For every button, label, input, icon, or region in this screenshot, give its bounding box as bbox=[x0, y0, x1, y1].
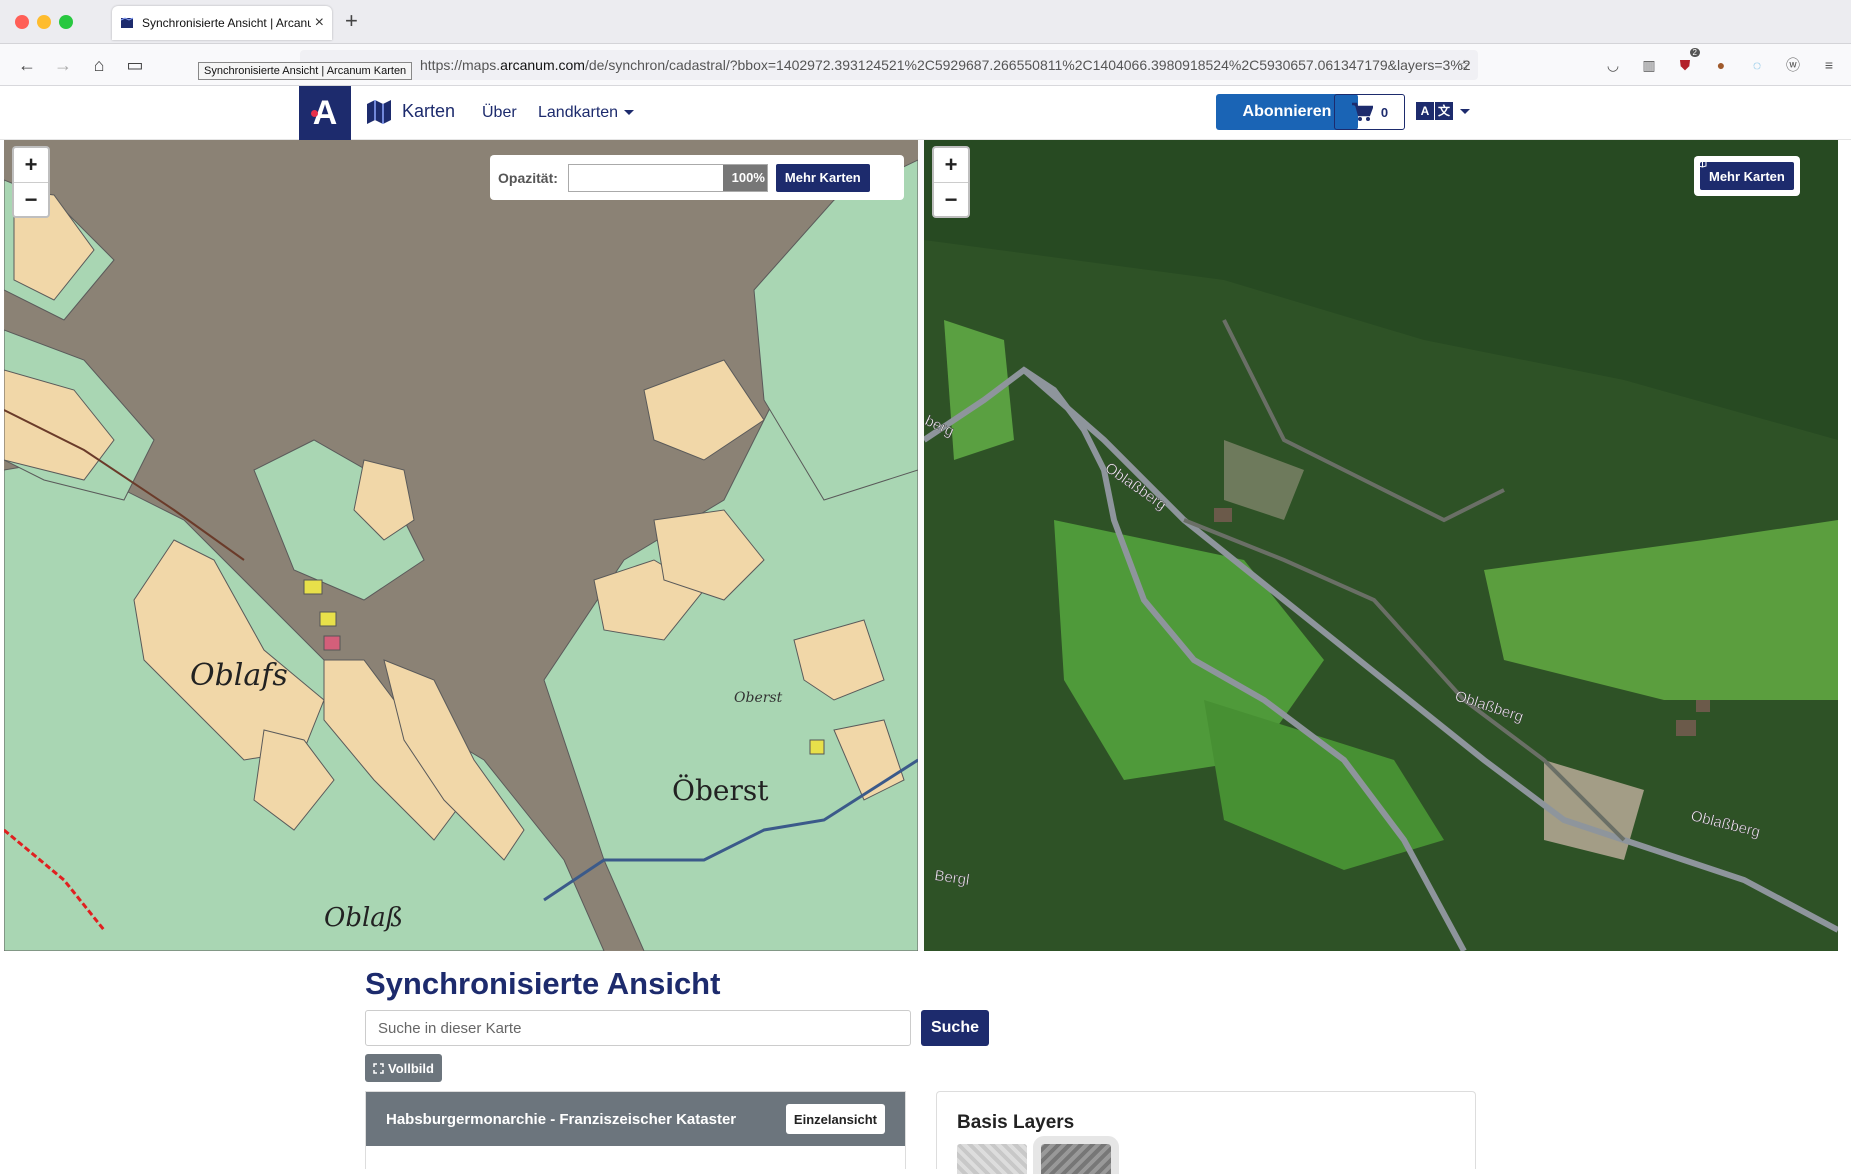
cadastral-map-canvas: Oblafs Öberst Oblaß Oberst bbox=[4, 159, 918, 951]
tab-title: Synchronisierte Ansicht | Arcanum Karten bbox=[142, 16, 311, 30]
map-favicon-icon bbox=[120, 17, 134, 28]
base-layer-map-thumbnail[interactable] bbox=[957, 1144, 1027, 1174]
cadastral-map[interactable]: Oblafs Öberst Oblaß Oberst + − Opazität:… bbox=[4, 140, 918, 951]
ublock-extension-icon[interactable]: ⛊ 2 bbox=[1674, 48, 1700, 76]
zoom-in-button[interactable]: + bbox=[14, 148, 48, 182]
pocket-icon[interactable]: ◡ bbox=[1602, 54, 1624, 76]
fullscreen-label: Vollbild bbox=[388, 1060, 434, 1076]
url-domain: arcanum.com bbox=[500, 57, 585, 73]
opacity-control: Opazität: 100% Mehr Karten bbox=[490, 155, 904, 200]
map-layer-panel: Habsburgermonarchie - Franziszeischer Ka… bbox=[365, 1091, 906, 1169]
extension-badge: 2 bbox=[1689, 48, 1700, 57]
forward-arrow-icon[interactable]: → bbox=[50, 52, 76, 78]
back-arrow-icon[interactable]: ← bbox=[14, 52, 40, 78]
map-icon bbox=[1694, 156, 1707, 168]
map-label-oberst-small: Oberst bbox=[734, 690, 783, 706]
base-layer-satellite-thumbnail[interactable] bbox=[1033, 1136, 1119, 1174]
chevron-down-icon bbox=[624, 110, 635, 116]
left-map-zoom-control: + − bbox=[12, 146, 50, 218]
more-maps-right-box: Mehr Karten bbox=[1694, 156, 1800, 196]
chevron-down-icon bbox=[1460, 108, 1470, 114]
browser-tab[interactable]: Synchronisierte Ansicht | Arcanum Karten… bbox=[112, 6, 332, 40]
url-path: /de/synchron/cadastral/?bbox=1402972.393… bbox=[584, 57, 1471, 73]
cart-icon bbox=[1351, 102, 1373, 121]
fullscreen-icon bbox=[373, 1062, 384, 1074]
nav-link-maps[interactable]: Landkarten bbox=[538, 104, 635, 122]
more-maps-left-label: Mehr Karten bbox=[784, 170, 861, 185]
bookmark-star-icon[interactable]: ☆ bbox=[1453, 54, 1475, 76]
sidebar-icon[interactable]: ▭ bbox=[122, 52, 148, 78]
map-icon bbox=[490, 155, 503, 167]
site-navbar: A Karten Über Landkarten Abonnieren 0 A … bbox=[0, 86, 1851, 140]
url-bar[interactable]: https://maps. arcanum.com /de/synchron/c… bbox=[300, 50, 1478, 80]
maximize-window-button[interactable] bbox=[59, 15, 73, 29]
satellite-map-canvas: Oblaßberg Oblaßberg Oblaßberg Bergl berg bbox=[924, 140, 1838, 951]
karten-brand[interactable]: Karten bbox=[364, 96, 455, 126]
new-tab-icon[interactable]: + bbox=[345, 8, 358, 34]
cookie-extension-icon[interactable]: ● bbox=[1710, 54, 1732, 76]
tab-tooltip: Synchronisierte Ansicht | Arcanum Karten bbox=[198, 62, 413, 80]
cart-button[interactable]: 0 bbox=[1334, 94, 1405, 130]
page-title: Synchronisierte Ansicht bbox=[365, 966, 721, 1001]
url-prefix: https://maps. bbox=[420, 57, 501, 73]
map-label-oblafs: Oblafs bbox=[190, 658, 288, 693]
map-label-oblass: Oblaß bbox=[324, 903, 403, 933]
satellite-map[interactable]: Oblaßberg Oblaßberg Oblaßberg Bergl berg… bbox=[924, 140, 1838, 951]
base-layers-title: Basis Layers bbox=[957, 1112, 1075, 1133]
browser-titlebar: Synchronisierte Ansicht | Arcanum Karten… bbox=[0, 0, 1851, 44]
color-extension-icon[interactable]: ◌ bbox=[1746, 54, 1768, 76]
language-icon-cjk: 文 bbox=[1435, 102, 1453, 120]
home-icon[interactable]: ⌂ bbox=[86, 52, 112, 78]
close-window-button[interactable] bbox=[15, 15, 29, 29]
menu-hamburger-icon[interactable]: ≡ bbox=[1818, 54, 1840, 76]
single-view-button[interactable]: Einzelansicht bbox=[785, 1104, 885, 1134]
reader-view-icon[interactable]: ▥ bbox=[1638, 54, 1660, 76]
close-tab-icon[interactable]: × bbox=[315, 14, 324, 32]
more-maps-right-label: Mehr Karten bbox=[1709, 168, 1785, 184]
zoom-out-button[interactable]: − bbox=[14, 182, 48, 216]
brand-label: Karten bbox=[402, 100, 456, 121]
language-icon-latin: A bbox=[1416, 102, 1434, 120]
zoom-out-button[interactable]: − bbox=[934, 182, 968, 216]
logo-dot-icon bbox=[311, 110, 318, 117]
search-input[interactable] bbox=[365, 1010, 911, 1046]
nav-link-about[interactable]: Über bbox=[482, 104, 517, 122]
opacity-label: Opazität: bbox=[498, 169, 558, 186]
arcanum-logo[interactable]: A bbox=[299, 86, 351, 140]
account-icon[interactable]: ⓦ bbox=[1782, 54, 1804, 76]
opacity-value: 100% bbox=[731, 169, 765, 185]
language-selector[interactable]: A 文 bbox=[1416, 102, 1471, 120]
opacity-slider[interactable]: 100% bbox=[567, 163, 768, 192]
minimize-window-button[interactable] bbox=[37, 15, 51, 29]
right-map-zoom-control: + − bbox=[932, 146, 970, 218]
more-maps-right-button[interactable]: Mehr Karten bbox=[1694, 156, 1794, 190]
nav-maps-label: Landkarten bbox=[538, 104, 619, 121]
panel-header: Habsburgermonarchie - Franziszeischer Ka… bbox=[366, 1092, 905, 1146]
more-maps-left-button[interactable]: Mehr Karten bbox=[490, 155, 870, 192]
fullscreen-button[interactable]: Vollbild bbox=[365, 1054, 442, 1082]
search-button[interactable]: Suche bbox=[921, 1010, 989, 1046]
base-layers-panel: Basis Layers bbox=[936, 1091, 1476, 1174]
map-label-oberst: Öberst bbox=[672, 773, 769, 807]
cart-count: 0 bbox=[1380, 104, 1389, 120]
zoom-in-button[interactable]: + bbox=[934, 148, 968, 182]
panel-title: Habsburgermonarchie - Franziszeischer Ka… bbox=[386, 1110, 737, 1128]
map-book-icon bbox=[367, 100, 391, 124]
